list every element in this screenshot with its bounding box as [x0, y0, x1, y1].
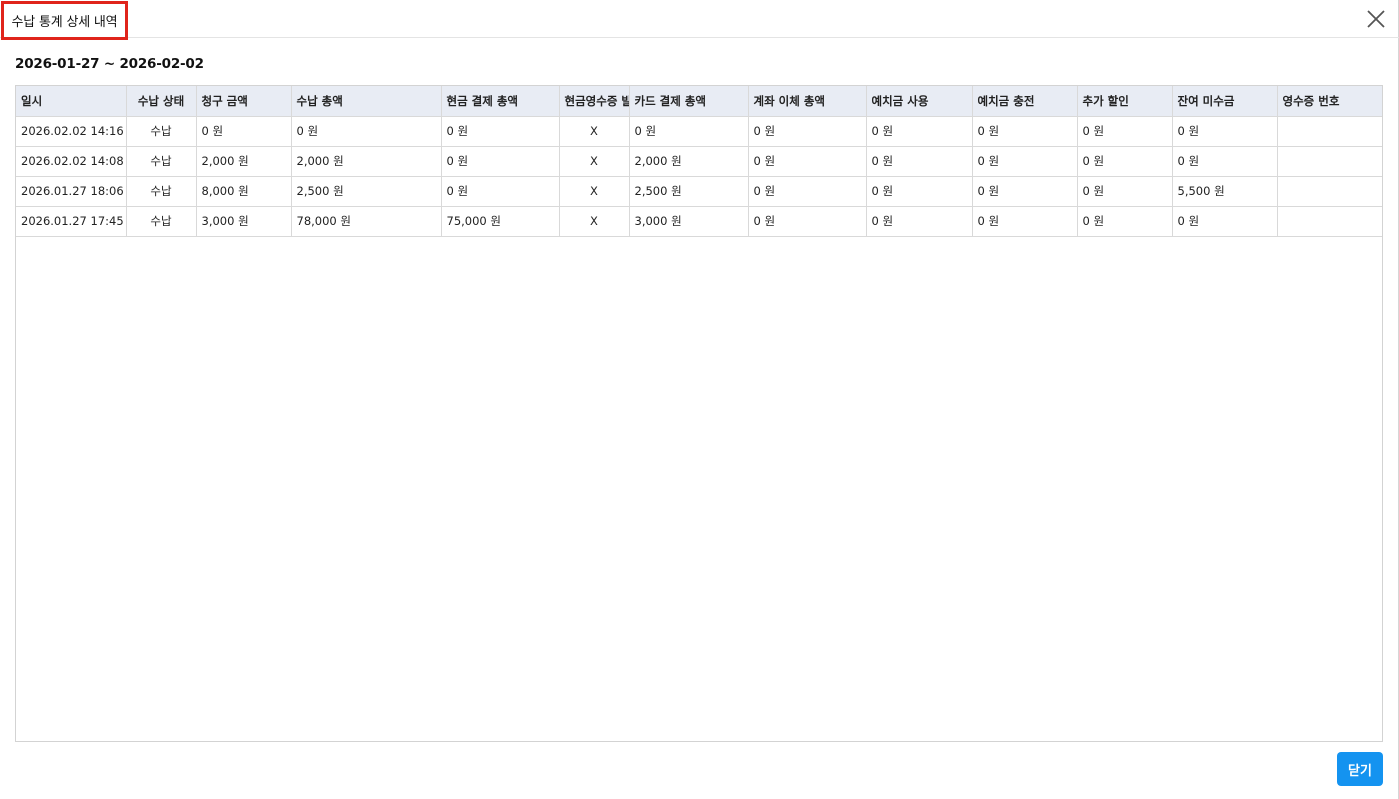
cell-transfer-total: 0 원	[748, 116, 867, 147]
cell-receipt-number	[1277, 206, 1382, 237]
cell-receipt-number	[1277, 176, 1382, 207]
cell-billed-amount: 0 원	[196, 116, 292, 147]
table-header-row: 일시 수납 상태 청구 금액 수납 총액 현금 결제 총액 현금영수증 발 카드…	[16, 86, 1382, 117]
column-header-total-paid: 수납 총액	[291, 86, 442, 117]
cell-card-total: 2,500 원	[629, 176, 749, 207]
cell-cash-receipt: X	[559, 146, 630, 177]
cell-extra-discount: 0 원	[1077, 206, 1173, 237]
cell-remaining-due: 0 원	[1172, 146, 1278, 177]
cell-status: 수납	[126, 116, 197, 147]
cell-total-paid: 78,000 원	[291, 206, 442, 237]
cell-receipt-number	[1277, 116, 1382, 147]
cell-cash-receipt: X	[559, 176, 630, 207]
cell-billed-amount: 8,000 원	[196, 176, 292, 207]
column-header-datetime: 일시	[16, 86, 127, 117]
column-header-extra-discount: 추가 할인	[1077, 86, 1173, 117]
cell-deposit-charged: 0 원	[972, 146, 1078, 177]
table-row[interactable]: 2026.01.27 17:45 수납 3,000 원 78,000 원 75,…	[16, 206, 1382, 237]
column-header-deposit-used: 예치금 사용	[866, 86, 973, 117]
cell-total-paid: 2,000 원	[291, 146, 442, 177]
dialog-title: 수납 통계 상세 내역	[11, 15, 118, 30]
cell-cash-total: 0 원	[441, 146, 560, 177]
cell-datetime: 2026.02.02 14:08	[16, 146, 127, 177]
cell-deposit-charged: 0 원	[972, 206, 1078, 237]
cell-billed-amount: 3,000 원	[196, 206, 292, 237]
title-highlight-box: 수납 통계 상세 내역	[1, 1, 128, 40]
cell-card-total: 3,000 원	[629, 206, 749, 237]
cell-deposit-used: 0 원	[866, 116, 973, 147]
detail-table-container[interactable]: 일시 수납 상태 청구 금액 수납 총액 현금 결제 총액 현금영수증 발 카드…	[15, 85, 1383, 742]
cell-remaining-due: 0 원	[1172, 206, 1278, 237]
cell-cash-receipt: X	[559, 206, 630, 237]
cell-deposit-used: 0 원	[866, 176, 973, 207]
column-header-cash-receipt: 현금영수증 발	[559, 86, 630, 117]
cell-transfer-total: 0 원	[748, 206, 867, 237]
payment-stats-detail-dialog: 수납 통계 상세 내역 2026-01-27 ~ 2026-02-02 일시 수…	[0, 0, 1399, 799]
close-dialog-button[interactable]: 닫기	[1337, 752, 1383, 786]
cell-status: 수납	[126, 206, 197, 237]
column-header-cash-total: 현금 결제 총액	[441, 86, 560, 117]
column-header-status: 수납 상태	[126, 86, 197, 117]
date-range: 2026-01-27 ~ 2026-02-02	[15, 56, 204, 72]
dialog-header: 수납 통계 상세 내역	[0, 0, 1399, 40]
detail-table: 일시 수납 상태 청구 금액 수납 총액 현금 결제 총액 현금영수증 발 카드…	[16, 86, 1382, 237]
table-row[interactable]: 2026.01.27 18:06 수납 8,000 원 2,500 원 0 원 …	[16, 176, 1382, 207]
cell-extra-discount: 0 원	[1077, 176, 1173, 207]
cell-total-paid: 2,500 원	[291, 176, 442, 207]
column-header-remaining-due: 잔여 미수금	[1172, 86, 1278, 117]
cell-datetime: 2026.01.27 17:45	[16, 206, 127, 237]
column-header-transfer-total: 계좌 이체 총액	[748, 86, 867, 117]
column-header-card-total: 카드 결제 총액	[629, 86, 749, 117]
table-row[interactable]: 2026.02.02 14:16 수납 0 원 0 원 0 원 X 0 원 0 …	[16, 116, 1382, 147]
cell-card-total: 2,000 원	[629, 146, 749, 177]
cell-status: 수납	[126, 176, 197, 207]
column-header-receipt-number: 영수증 번호	[1277, 86, 1382, 117]
close-button[interactable]	[1365, 8, 1387, 30]
cell-receipt-number	[1277, 146, 1382, 177]
cell-billed-amount: 2,000 원	[196, 146, 292, 177]
cell-datetime: 2026.01.27 18:06	[16, 176, 127, 207]
cell-extra-discount: 0 원	[1077, 116, 1173, 147]
cell-transfer-total: 0 원	[748, 146, 867, 177]
cell-deposit-charged: 0 원	[972, 176, 1078, 207]
cell-cash-total: 0 원	[441, 116, 560, 147]
cell-transfer-total: 0 원	[748, 176, 867, 207]
cell-extra-discount: 0 원	[1077, 146, 1173, 177]
cell-deposit-used: 0 원	[866, 146, 973, 177]
cell-status: 수납	[126, 146, 197, 177]
column-header-billed-amount: 청구 금액	[196, 86, 292, 117]
column-header-deposit-charged: 예치금 충전	[972, 86, 1078, 117]
cell-card-total: 0 원	[629, 116, 749, 147]
cell-total-paid: 0 원	[291, 116, 442, 147]
cell-datetime: 2026.02.02 14:16	[16, 116, 127, 147]
table-row[interactable]: 2026.02.02 14:08 수납 2,000 원 2,000 원 0 원 …	[16, 146, 1382, 177]
cell-cash-total: 0 원	[441, 176, 560, 207]
cell-deposit-charged: 0 원	[972, 116, 1078, 147]
cell-remaining-due: 5,500 원	[1172, 176, 1278, 207]
cell-deposit-used: 0 원	[866, 206, 973, 237]
close-icon	[1367, 10, 1385, 28]
cell-cash-total: 75,000 원	[441, 206, 560, 237]
cell-cash-receipt: X	[559, 116, 630, 147]
cell-remaining-due: 0 원	[1172, 116, 1278, 147]
